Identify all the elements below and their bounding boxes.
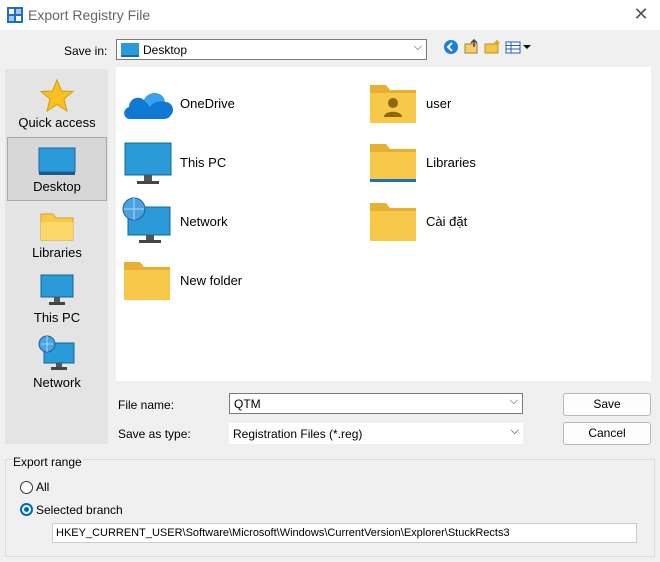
network-icon bbox=[122, 197, 171, 243]
export-range-title: Export range bbox=[12, 455, 83, 469]
place-libraries[interactable]: Libraries bbox=[7, 202, 107, 266]
file-name-value: QTM bbox=[234, 397, 261, 411]
selected-branch-radio[interactable] bbox=[20, 503, 33, 516]
place-label: Libraries bbox=[32, 245, 82, 260]
folder-icon bbox=[40, 213, 74, 241]
list-item-network[interactable]: Network bbox=[122, 195, 322, 249]
file-name-label: File name: bbox=[118, 398, 175, 412]
list-item-onedrive[interactable]: OneDrive bbox=[122, 77, 322, 131]
up-folder-icon[interactable] bbox=[463, 38, 481, 57]
list-item-label: OneDrive bbox=[180, 96, 235, 111]
save-in-value: Desktop bbox=[143, 43, 188, 57]
monitor-icon bbox=[40, 274, 74, 305]
selected-branch-label: Selected branch bbox=[36, 503, 123, 517]
back-icon[interactable] bbox=[443, 39, 461, 57]
file-name-input[interactable]: QTM ⌵ bbox=[229, 393, 523, 414]
network-icon bbox=[38, 335, 75, 370]
desktop-icon bbox=[38, 147, 76, 175]
all-radio-label: All bbox=[36, 480, 50, 494]
save-in-dropdown[interactable]: Desktop ⌵ bbox=[116, 39, 427, 60]
regedit-app-icon bbox=[7, 7, 23, 23]
place-label: Quick access bbox=[18, 115, 96, 130]
all-radio[interactable] bbox=[20, 481, 33, 494]
save-button[interactable]: Save bbox=[563, 393, 651, 416]
desktop-icon bbox=[121, 43, 139, 57]
chevron-down-icon: ⌵ bbox=[510, 425, 519, 437]
place-network[interactable]: Network bbox=[7, 332, 107, 396]
list-item-label: Network bbox=[180, 214, 228, 229]
list-item-label: Cài đặt bbox=[426, 214, 468, 229]
list-item-cai-dat[interactable]: Cài đặt bbox=[368, 195, 568, 249]
list-item-label: This PC bbox=[180, 155, 227, 170]
place-quick-access[interactable]: Quick access bbox=[7, 72, 107, 136]
place-label: Network bbox=[33, 375, 81, 390]
folder-icon bbox=[124, 262, 170, 300]
window-title: Export Registry File bbox=[28, 7, 151, 23]
view-menu-icon[interactable] bbox=[505, 39, 533, 57]
cancel-button[interactable]: Cancel bbox=[563, 422, 651, 445]
place-this-pc[interactable]: This PC bbox=[7, 267, 107, 331]
user-folder-icon bbox=[370, 85, 416, 123]
list-item-libraries[interactable]: Libraries bbox=[368, 136, 568, 190]
list-item-new-folder[interactable]: New folder bbox=[122, 254, 322, 308]
place-label: Desktop bbox=[33, 179, 81, 194]
folder-icon bbox=[370, 144, 416, 182]
monitor-icon bbox=[124, 142, 172, 184]
save-as-type-dropdown[interactable]: Registration Files (*.reg) ⌵ bbox=[229, 423, 523, 444]
place-label: This PC bbox=[33, 310, 81, 325]
star-icon bbox=[39, 78, 75, 113]
place-desktop[interactable]: Desktop bbox=[7, 137, 107, 201]
branch-path-input[interactable]: HKEY_CURRENT_USER\Software\Microsoft\Win… bbox=[52, 523, 637, 543]
save-as-type-label: Save as type: bbox=[118, 427, 191, 441]
chevron-down-icon: ⌵ bbox=[413, 41, 422, 53]
save-as-type-value: Registration Files (*.reg) bbox=[233, 427, 363, 441]
list-item-label: New folder bbox=[180, 273, 243, 288]
list-item-label: Libraries bbox=[426, 155, 476, 170]
new-folder-icon[interactable] bbox=[484, 39, 502, 57]
list-item-label: user bbox=[426, 96, 452, 111]
chevron-down-icon[interactable]: ⌵ bbox=[510, 395, 518, 408]
folder-icon bbox=[370, 203, 416, 241]
save-in-label: Save in: bbox=[64, 44, 108, 58]
close-icon[interactable]: ✕ bbox=[628, 2, 654, 26]
onedrive-icon bbox=[124, 93, 173, 119]
list-item-this-pc[interactable]: This PC bbox=[122, 136, 322, 190]
list-item-user[interactable]: user bbox=[368, 77, 568, 131]
